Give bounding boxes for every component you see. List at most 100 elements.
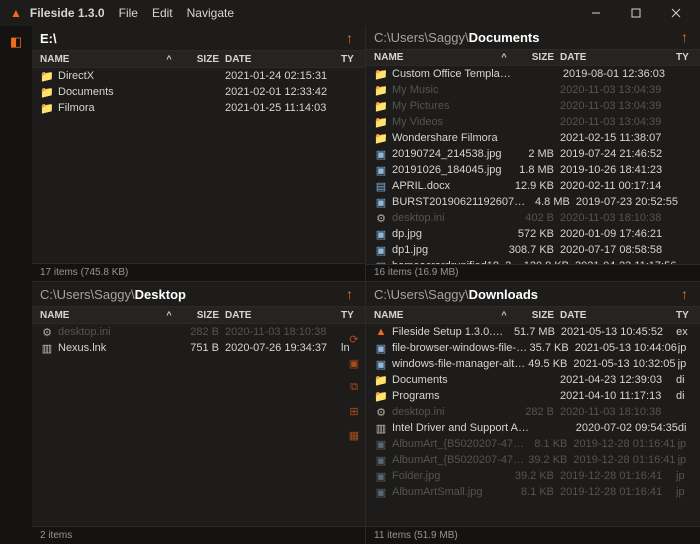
col-name[interactable]: NAME: [374, 52, 498, 63]
col-size[interactable]: SIZE: [173, 310, 225, 321]
file-date: 2019-12-28 01:16:41: [573, 438, 677, 450]
file-row[interactable]: 📁Filmora2021-01-25 11:14:03: [32, 100, 365, 116]
file-date: 2021-02-01 12:33:42: [225, 86, 341, 98]
file-row[interactable]: ▣20191026_184045.jpg1.8 MB2019-10-26 18:…: [366, 162, 700, 178]
file-date: 2019-12-28 01:16:41: [560, 470, 676, 482]
col-date[interactable]: DATE: [225, 310, 341, 321]
file-row[interactable]: 📁My Videos2020-11-03 13:04:39: [366, 114, 700, 130]
file-row[interactable]: 📁Documents2021-02-01 12:33:42: [32, 84, 365, 100]
col-date[interactable]: DATE: [225, 54, 341, 65]
path-leaf: E:\: [40, 31, 57, 46]
file-row[interactable]: ▥Intel Driver and Support Assis…2020-07-…: [366, 420, 700, 436]
file-date: 2019-07-24 21:46:52: [560, 148, 676, 160]
column-headers: NAME^SIZEDATETY: [366, 306, 700, 324]
file-row[interactable]: ▣Folder.jpg39.2 KB2019-12-28 01:16:41jp: [366, 468, 700, 484]
file-date: 2019-10-26 18:41:23: [560, 164, 676, 176]
file-row[interactable]: 📁My Music2020-11-03 13:04:39: [366, 82, 700, 98]
file-date: 2019-08-01 12:36:03: [563, 68, 677, 80]
file-name: desktop.ini: [58, 326, 173, 338]
file-row[interactable]: 📁Custom Office Templates2019-08-01 12:36…: [366, 66, 700, 82]
file-name: 20190724_214538.jpg: [392, 148, 508, 160]
col-name[interactable]: NAME: [40, 310, 163, 321]
col-name[interactable]: NAME: [374, 310, 498, 321]
pane-bottom-left: C:\Users\Saggy\Desktop↑NAME^SIZEDATETY⚙d…: [32, 282, 366, 544]
file-size: 2 MB: [508, 148, 560, 160]
file-size: 308.7 KB: [508, 244, 560, 256]
file-row[interactable]: ▣windows-file-manager-altern…49.5 KB2021…: [366, 356, 700, 372]
file-row[interactable]: ▣AlbumArtSmall.jpg8.1 KB2019-12-28 01:16…: [366, 484, 700, 500]
file-size: 8.1 KB: [508, 486, 560, 498]
file-row[interactable]: ⚙desktop.ini402 B2020-11-03 18:10:38: [366, 210, 700, 226]
file-type: jp: [678, 358, 692, 370]
menu-file[interactable]: File: [119, 6, 138, 20]
go-up-icon[interactable]: ↑: [342, 30, 357, 46]
menu-edit[interactable]: Edit: [152, 6, 173, 20]
file-row[interactable]: ▣dp.jpg572 KB2020-01-09 17:46:21: [366, 226, 700, 242]
column-headers: NAME^SIZEDATETY: [32, 306, 365, 324]
file-row[interactable]: ▣20190724_214538.jpg2 MB2019-07-24 21:46…: [366, 146, 700, 162]
go-up-icon[interactable]: ↑: [342, 286, 357, 302]
image-icon: ▣: [374, 342, 388, 355]
file-list: 📁DirectX2021-01-24 02:15:31📁Documents202…: [32, 68, 365, 263]
file-name: APRIL.docx: [392, 180, 508, 192]
file-row[interactable]: 📁Documents2021-04-23 12:39:03di: [366, 372, 700, 388]
doc-icon: ▤: [374, 180, 388, 193]
sort-indicator-icon[interactable]: ^: [498, 52, 508, 62]
file-row[interactable]: 📁DirectX2021-01-24 02:15:31: [32, 68, 365, 84]
file-row[interactable]: ▥Nexus.lnk751 B2020-07-26 19:34:37ln: [32, 340, 365, 356]
col-name[interactable]: NAME: [40, 54, 163, 65]
file-row[interactable]: ▣AlbumArt_{B5020207-474E-…39.2 KB2019-12…: [366, 452, 700, 468]
go-up-icon[interactable]: ↑: [677, 286, 692, 302]
path-prefix: C:\Users\Saggy\: [374, 287, 469, 302]
file-row[interactable]: ▣AlbumArt_{B5020207-474E-…8.1 KB2019-12-…: [366, 436, 700, 452]
file-row[interactable]: ▣file-browser-windows-file-exp…35.7 KB20…: [366, 340, 700, 356]
window-minimize-button[interactable]: [576, 0, 616, 26]
col-size[interactable]: SIZE: [173, 54, 225, 65]
file-row[interactable]: ▣dp1.jpg308.7 KB2020-07-17 08:58:58: [366, 242, 700, 258]
menu-navigate[interactable]: Navigate: [187, 6, 234, 20]
sort-indicator-icon[interactable]: ^: [163, 310, 173, 320]
folder-dim-icon: 📁: [374, 100, 388, 113]
file-row[interactable]: ▲Fileside Setup 1.3.0.exe51.7 MB2021-05-…: [366, 324, 700, 340]
file-date: 2020-02-11 00:17:14: [560, 180, 676, 192]
file-size: 35.7 KB: [528, 342, 575, 354]
file-row[interactable]: 📁Programs2021-04-10 11:17:13di: [366, 388, 700, 404]
file-row[interactable]: ▤APRIL.docx12.9 KB2020-02-11 00:17:14: [366, 178, 700, 194]
file-row[interactable]: 📁My Pictures2020-11-03 13:04:39: [366, 98, 700, 114]
file-name: desktop.ini: [392, 406, 508, 418]
sort-indicator-icon[interactable]: ^: [498, 310, 508, 320]
sort-indicator-icon[interactable]: ^: [163, 54, 173, 64]
file-date: 2021-05-13 10:44:06: [575, 342, 678, 354]
path-bar[interactable]: C:\Users\Saggy\Documents↑: [366, 26, 700, 49]
file-type: ex: [676, 326, 692, 338]
window-maximize-button[interactable]: [616, 0, 656, 26]
image-icon: ▣: [374, 244, 388, 257]
col-size[interactable]: SIZE: [508, 52, 560, 63]
file-row[interactable]: ▣BURST20190621192607911_…4.8 MB2019-07-2…: [366, 194, 700, 210]
pane-bottom-right: C:\Users\Saggy\Downloads↑NAME^SIZEDATETY…: [366, 282, 700, 544]
col-size[interactable]: SIZE: [508, 310, 560, 321]
col-type[interactable]: TY: [341, 54, 357, 65]
path-bar[interactable]: C:\Users\Saggy\Downloads↑: [366, 282, 700, 306]
col-type[interactable]: TY: [676, 310, 692, 321]
arch-icon: ▥: [374, 422, 388, 435]
file-name: Programs: [392, 390, 508, 402]
file-name: My Pictures: [392, 100, 508, 112]
file-type: jp: [678, 438, 692, 450]
col-date[interactable]: DATE: [560, 52, 676, 63]
layout-icon[interactable]: ◧: [10, 34, 22, 50]
file-date: 2020-07-17 08:58:58: [560, 244, 676, 256]
window-close-button[interactable]: [656, 0, 696, 26]
col-type[interactable]: TY: [341, 310, 357, 321]
folder-icon: 📁: [374, 68, 388, 81]
folder-icon: 📁: [374, 374, 388, 387]
file-row[interactable]: ⚙desktop.ini282 B2020-11-03 18:10:38: [32, 324, 365, 340]
path-prefix: C:\Users\Saggy\: [40, 287, 135, 302]
path-bar[interactable]: E:\ ↑: [32, 26, 365, 50]
file-row[interactable]: 📁Wondershare Filmora2021-02-15 11:38:07: [366, 130, 700, 146]
col-type[interactable]: TY: [676, 52, 692, 63]
file-row[interactable]: ⚙desktop.ini282 B2020-11-03 18:10:38: [366, 404, 700, 420]
path-bar[interactable]: C:\Users\Saggy\Desktop↑: [32, 282, 365, 306]
col-date[interactable]: DATE: [560, 310, 676, 321]
go-up-icon[interactable]: ↑: [677, 29, 692, 45]
